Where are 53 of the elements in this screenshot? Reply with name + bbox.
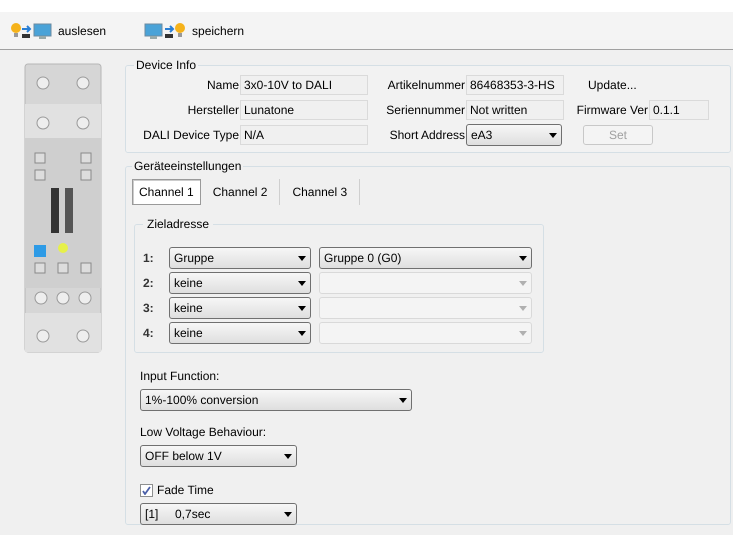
bulb-arrow-monitor-icon <box>10 22 52 40</box>
dropdown-arrow-icon <box>549 132 557 138</box>
channel-tab[interactable]: Channel 1 <box>132 179 201 205</box>
dropdown[interactable]: [1] 0,7sec <box>140 503 297 525</box>
dropdown[interactable]: Gruppe 0 (G0) <box>319 247 532 269</box>
readonly-field: 3x0-10V to DALI <box>240 75 368 95</box>
dropdown-arrow-icon <box>298 306 306 310</box>
group-title: Device Info <box>135 57 198 74</box>
field-label: Firmware Ver <box>576 102 648 119</box>
field-label: Artikelnummer <box>386 77 465 94</box>
readonly-field: Not written <box>466 100 564 120</box>
dropdown[interactable]: OFF below 1V <box>140 445 297 467</box>
monitor-arrow-bulb-icon <box>144 22 186 40</box>
channel-tab[interactable]: Channel 3 <box>280 179 360 205</box>
dropdown-arrow-icon <box>284 454 292 458</box>
dropdown-arrow-icon <box>519 256 527 260</box>
group-title: Geräteeinstellungen <box>133 158 242 175</box>
row-index: 4: <box>143 325 155 342</box>
dropdown-arrow-icon <box>298 330 306 336</box>
dropdown-arrow-icon <box>519 306 527 310</box>
dropdown-arrow-icon <box>298 256 306 260</box>
dropdown[interactable]: keine <box>169 272 311 294</box>
readonly-field: 86468353-3-HS <box>466 75 564 95</box>
field-label: Input Function: <box>140 368 220 385</box>
dropdown-arrow-icon <box>519 330 527 336</box>
readonly-field: N/A <box>240 125 368 145</box>
dropdown-arrow-icon <box>519 280 527 286</box>
toolbar-button[interactable]: speichern <box>142 18 246 44</box>
checkbox-label[interactable]: Fade Time <box>157 481 214 499</box>
field-label: Name <box>206 77 239 94</box>
checkbox[interactable] <box>140 484 153 496</box>
field-label: Hersteller <box>186 102 239 119</box>
toolbar-button[interactable]: auslesen <box>8 18 108 44</box>
dropdown-arrow-icon <box>284 512 292 516</box>
readonly-field: Lunatone <box>240 100 368 120</box>
field-label: Short Address <box>388 127 465 144</box>
update-link[interactable]: Update... <box>588 76 637 94</box>
dropdown-arrow-icon <box>399 398 407 402</box>
readonly-field: 0.1.1 <box>649 100 709 120</box>
row-index: 2: <box>143 275 155 292</box>
dropdown[interactable]: Gruppe <box>169 247 311 269</box>
dropdown[interactable]: eA3 <box>466 124 562 146</box>
field-label: DALI Device Type <box>142 127 239 144</box>
row-index: 3: <box>143 300 155 317</box>
dropdown[interactable]: keine <box>169 297 311 319</box>
dropdown[interactable]: 1%-100% conversion <box>140 389 412 411</box>
field-label: Low Voltage Behaviour: <box>140 424 268 441</box>
dropdown-arrow-icon <box>298 280 306 286</box>
dropdown[interactable]: keine <box>169 322 311 344</box>
field-label: Seriennummer <box>385 102 465 119</box>
channel-tab[interactable]: Channel 2 <box>200 179 280 205</box>
group-title: Zieladresse <box>146 216 210 233</box>
row-index: 1: <box>143 250 155 267</box>
